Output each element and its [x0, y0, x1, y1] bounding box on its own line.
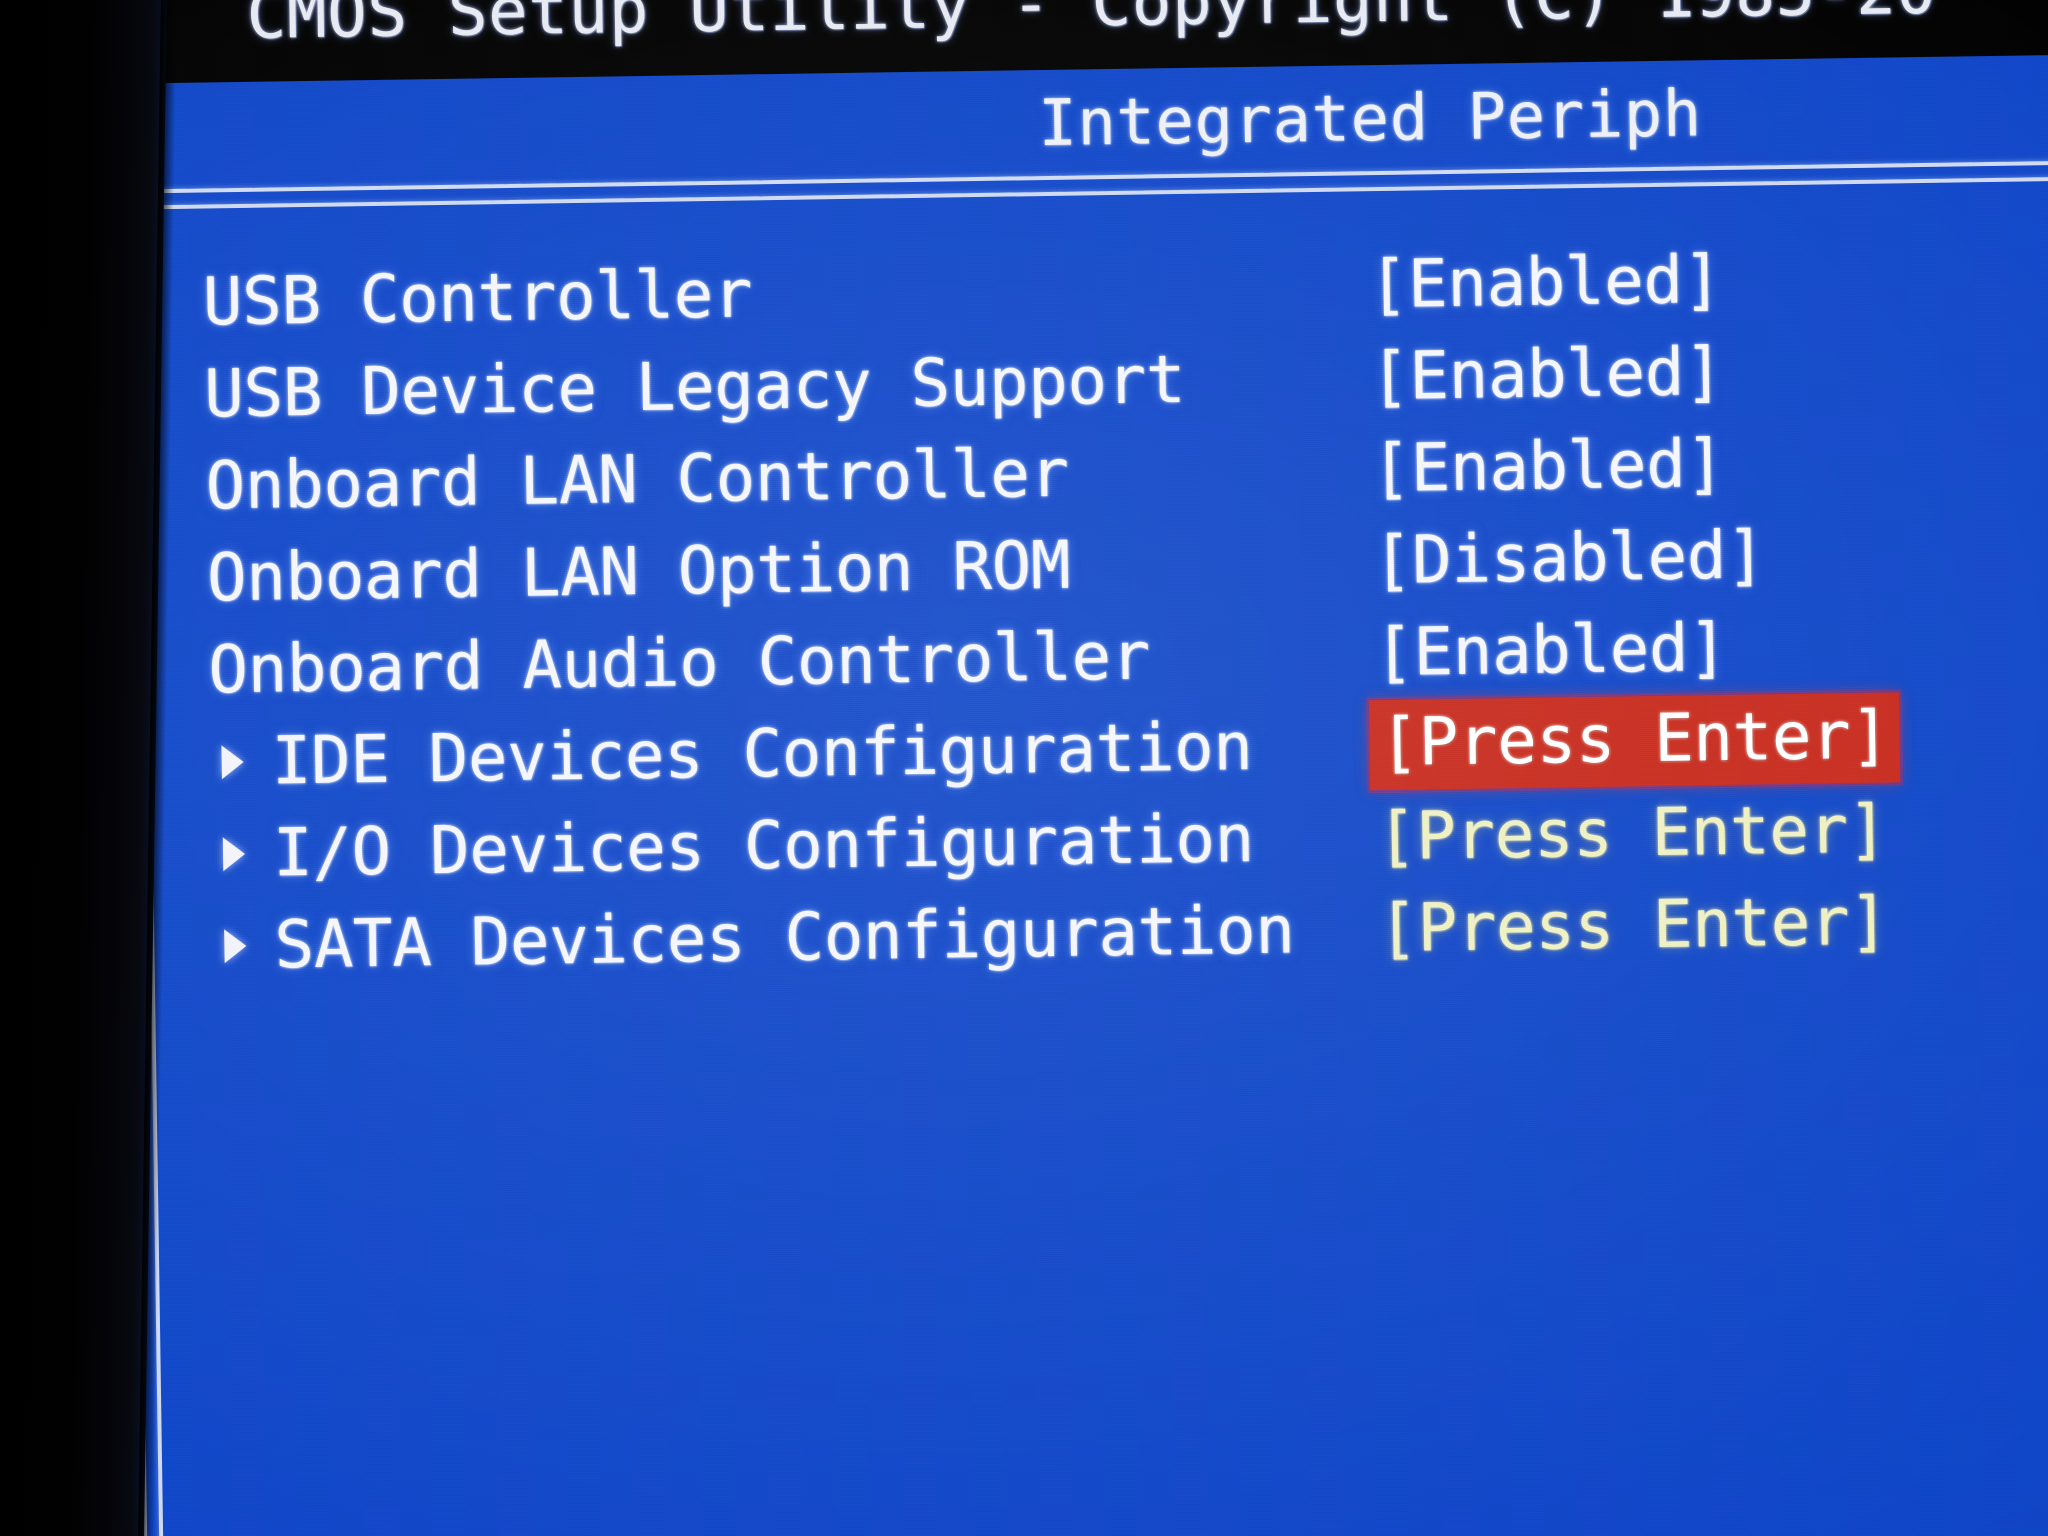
setting-label: Onboard LAN Controller: [204, 434, 1070, 525]
setting-value-selected[interactable]: [Press Enter]: [1368, 692, 1901, 791]
setting-label: SATA Devices Configuration: [273, 891, 1295, 984]
setting-label: Onboard Audio Controller: [207, 617, 1151, 709]
settings-list: USB Controller [Enabled] USB Device Legacy…: [202, 230, 2033, 993]
setting-label: I/O Devices Configuration: [272, 799, 1255, 892]
monitor-panel: CMOS Setup Utility - Copyright (C) 1985-…: [0, 0, 2048, 1536]
page-subtitle: Integrated Periph: [1037, 77, 1703, 162]
setting-value[interactable]: [Enabled]: [1363, 333, 1729, 416]
triangle-right-icon: [224, 928, 247, 964]
setting-value[interactable]: [Disabled]: [1366, 516, 1771, 600]
monitor-bezel-left: [0, 0, 168, 1536]
setting-value[interactable]: [Press Enter]: [1372, 882, 1895, 968]
setting-value[interactable]: [Press Enter]: [1370, 791, 1893, 877]
setting-label: USB Controller: [202, 255, 753, 341]
setting-label: Onboard LAN Option ROM: [206, 526, 1071, 617]
setting-value[interactable]: [Enabled]: [1362, 241, 1728, 324]
setting-label: USB Device Legacy Support: [203, 340, 1186, 433]
setting-label: IDE Devices Configuration: [271, 707, 1254, 800]
setting-value[interactable]: [Enabled]: [1365, 425, 1731, 508]
bios-setup-screenshot: CMOS Setup Utility - Copyright (C) 1985-…: [0, 0, 2048, 1536]
setting-value[interactable]: [Enabled]: [1368, 609, 1734, 692]
triangle-right-icon: [221, 744, 244, 780]
triangle-right-icon: [222, 836, 246, 872]
